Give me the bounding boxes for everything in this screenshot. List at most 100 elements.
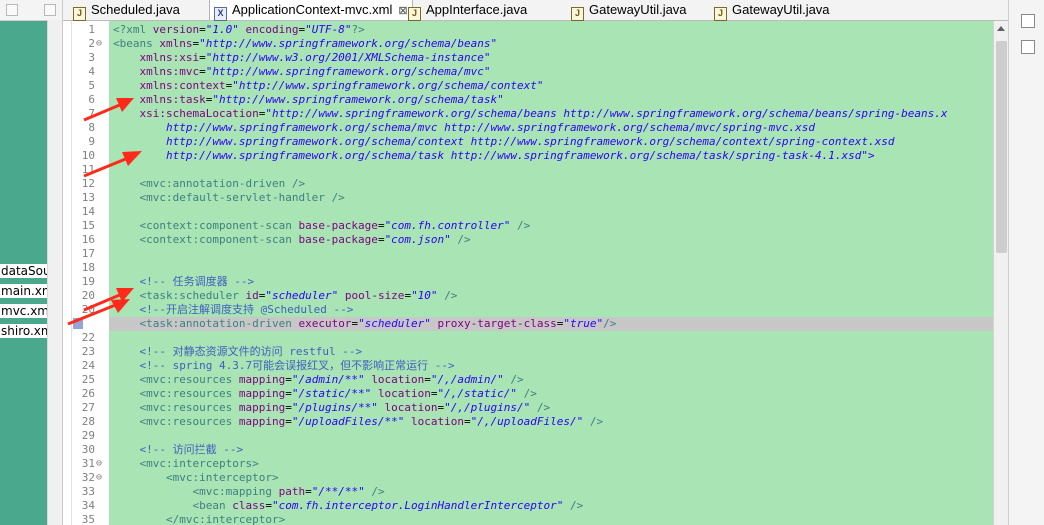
code-line[interactable]: 23 <!-- 对静态资源文件的访问 restful --> — [82, 345, 993, 359]
code-text: <mvc:mapping path="/**/**" /> — [192, 485, 385, 498]
close-tab-icon[interactable]: ⊠ — [398, 5, 407, 17]
line-number: 28 — [81, 415, 95, 428]
line-number: 35 — [81, 513, 95, 525]
code-line[interactable]: <task:annotation-driven executor="schedu… — [73, 317, 993, 331]
code-text: </mvc:interceptor> — [165, 513, 286, 525]
code-line[interactable]: 11 — [82, 163, 993, 177]
line-number: 31 — [81, 457, 95, 470]
java-file-icon: J — [73, 7, 86, 21]
minimize-icon[interactable] — [6, 4, 18, 16]
fold-toggle-icon[interactable]: ⊖ — [96, 471, 102, 485]
code-text: <!-- 访问拦截 --> — [113, 443, 244, 456]
code-line[interactable]: 15 <context:component-scan base-package=… — [82, 219, 993, 233]
line-number: 29 — [81, 429, 95, 442]
outline-view-icon[interactable] — [1021, 40, 1035, 54]
code-line[interactable]: 32 ⊖ <mvc:interceptor> — [82, 471, 993, 485]
code-line[interactable]: 3 xmlns:xsi="http://www.w3.org/2001/XMLS… — [88, 51, 993, 65]
code-line[interactable]: 9 http://www.springframework.org/schema/… — [88, 135, 993, 149]
code-text: xsi:schemaLocation="http://www.springfra… — [139, 107, 948, 120]
explorer-file-item[interactable]: mvc.xml — [0, 304, 47, 318]
code-line[interactable]: 27 <mvc:resources mapping="/plugins/**" … — [82, 401, 993, 415]
line-number: 23 — [81, 345, 95, 358]
line-number: 20 — [81, 303, 95, 316]
tab-2[interactable]: J AppInterface.java — [408, 0, 527, 21]
code-line[interactable]: 33 <mvc:mapping path="/**/**" /> — [82, 485, 993, 499]
editor-vertical-scrollbar[interactable] — [993, 21, 1009, 525]
code-line[interactable]: 30 <!-- 访问拦截 --> — [82, 443, 993, 457]
line-number: 14 — [81, 205, 95, 218]
code-text: xmlns:xsi="http://www.w3.org/2001/XMLSch… — [139, 51, 491, 64]
code-text: <!-- 对静态资源文件的访问 restful --> — [113, 345, 363, 358]
fold-toggle-icon[interactable]: ⊖ — [96, 37, 102, 51]
code-line[interactable]: 25 <mvc:resources mapping="/admin/**" lo… — [82, 373, 993, 387]
code-line[interactable]: 14 — [82, 205, 993, 219]
scroll-thumb[interactable] — [996, 41, 1007, 253]
line-number: 25 — [81, 373, 95, 386]
code-line[interactable]: 20 <task:scheduler id="scheduler" pool-s… — [82, 289, 993, 303]
code-text: <beans xmlns="http://www.springframework… — [113, 37, 498, 50]
explorer-tree-area[interactable] — [0, 0, 47, 525]
code-text: <!-- spring 4.3.7可能会误报红叉，但不影响正常运行 --> — [113, 359, 455, 372]
tab-label: Scheduled.java — [91, 2, 180, 17]
code-line[interactable]: 22 — [82, 331, 993, 345]
line-number: 10 — [81, 149, 95, 162]
line-number: 32 — [81, 471, 95, 484]
code-line[interactable]: 29 — [82, 429, 993, 443]
code-line[interactable]: 6 xmlns:task="http://www.springframework… — [88, 93, 993, 107]
code-line[interactable]: 26 <mvc:resources mapping="/static/**" l… — [82, 387, 993, 401]
code-line[interactable]: 8 http://www.springframework.org/schema/… — [88, 121, 993, 135]
xml-editor[interactable]: 1 <?xml version="1.0" encoding="UTF-8"?> 2… — [63, 21, 993, 525]
tab-3[interactable]: J GatewayUtil.java — [571, 0, 687, 21]
code-line[interactable]: 1 <?xml version="1.0" encoding="UTF-8"?> — [88, 23, 993, 37]
code-text: <task:annotation-driven executor="schedu… — [139, 317, 617, 330]
explorer-scrollbar[interactable] — [47, 20, 62, 525]
code-line[interactable]: 12 <mvc:annotation-driven /> — [82, 177, 993, 191]
line-number: 9 — [88, 135, 95, 148]
code-line[interactable]: 18 — [82, 261, 993, 275]
package-explorer: dataSou main.xm mvc.xml shiro.xm — [0, 0, 63, 525]
line-number: 33 — [81, 485, 95, 498]
fold-toggle-icon[interactable]: ⊖ — [96, 457, 102, 471]
line-number: 2 — [88, 37, 95, 50]
menu-icon[interactable] — [44, 4, 56, 16]
change-marker-icon — [73, 318, 83, 329]
code-text: <mvc:interceptor> — [165, 471, 279, 484]
explorer-file-item[interactable]: dataSou — [0, 264, 47, 278]
tab-0[interactable]: J Scheduled.java — [73, 0, 180, 21]
code-text: xmlns:context="http://www.springframewor… — [139, 79, 544, 92]
code-line[interactable]: 20 <!--开启注解调度支持 @Scheduled --> — [82, 303, 993, 317]
code-line[interactable]: 7 xsi:schemaLocation="http://www.springf… — [88, 107, 993, 121]
tab-4[interactable]: J GatewayUtil.java — [714, 0, 830, 21]
code-line[interactable]: 2 ⊖ <beans xmlns="http://www.springframewo… — [88, 37, 993, 51]
code-line[interactable]: 34 <bean class="com.fh.interceptor.Login… — [82, 499, 993, 513]
code-line[interactable]: 16 <context:component-scan base-package=… — [82, 233, 993, 247]
editor-tab-bar: J Scheduled.java X ApplicationContext-mvc.x… — [63, 0, 1044, 21]
right-tool-strip — [1008, 0, 1044, 525]
explorer-file-item[interactable]: shiro.xm — [0, 324, 47, 338]
code-line[interactable]: 31 ⊖ <mvc:interceptors> — [82, 457, 993, 471]
restore-view-icon[interactable] — [1021, 14, 1035, 28]
line-number: 26 — [81, 387, 95, 400]
code-area[interactable]: 1 <?xml version="1.0" encoding="UTF-8"?> 2… — [73, 23, 993, 525]
xml-file-icon: X — [214, 7, 227, 21]
code-line[interactable]: 28 <mvc:resources mapping="/uploadFiles/… — [82, 415, 993, 429]
line-number: 4 — [88, 65, 95, 78]
line-number: 11 — [81, 163, 95, 176]
java-file-icon: J — [408, 7, 421, 21]
code-line[interactable]: 24 <!-- spring 4.3.7可能会误报红叉，但不影响正常运行 --> — [82, 359, 993, 373]
explorer-file-item[interactable]: main.xm — [0, 284, 47, 298]
code-line[interactable]: 10 http://www.springframework.org/schema… — [82, 149, 993, 163]
code-line[interactable]: 13 <mvc:default-servlet-handler /> — [82, 191, 993, 205]
code-line[interactable]: 19 <!-- 任务调度器 --> — [82, 275, 993, 289]
code-line[interactable]: 5 xmlns:context="http://www.springframew… — [88, 79, 993, 93]
code-line[interactable]: 4 xmlns:mvc="http://www.springframework.… — [88, 65, 993, 79]
scroll-up-icon[interactable] — [997, 26, 1005, 31]
tab-label: GatewayUtil.java — [589, 2, 687, 17]
code-line[interactable]: 35 </mvc:interceptor> — [82, 513, 993, 525]
tab-1[interactable]: X ApplicationContext-mvc.xml ⊠ — [209, 0, 413, 21]
code-text: <mvc:annotation-driven /> — [139, 177, 306, 190]
code-line[interactable]: 17 — [82, 247, 993, 261]
